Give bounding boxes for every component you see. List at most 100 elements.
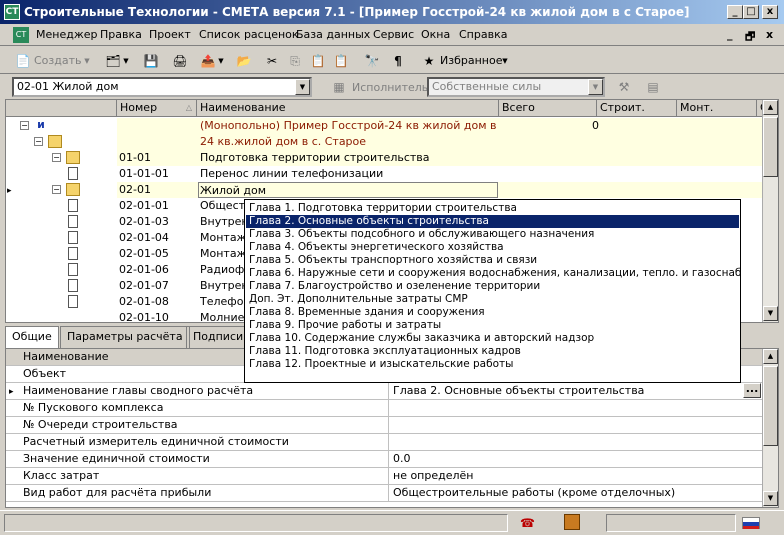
table-row[interactable]: 01-01 Подготовка территории строительств… [117,150,766,166]
grid-vertical-scrollbar[interactable]: ▲ ▼ [762,100,778,322]
prop-row[interactable]: № Очереди строительства [6,417,763,434]
find-icon[interactable]: 🔭 [362,51,382,71]
create-button[interactable]: Создать [34,54,82,67]
header-mount[interactable]: Монт. [677,100,757,117]
mdi-minimize-button[interactable]: _ [727,28,733,41]
prop-value[interactable]: 0.0 [391,451,761,467]
header-build[interactable]: Строит. [597,100,677,117]
dropdown-option[interactable]: Доп. Эт. Дополнительные затраты СМР [246,293,739,306]
print-icon[interactable]: 🖨 [170,51,190,71]
scroll-thumb[interactable] [763,117,778,177]
paste-icon[interactable]: 📋 [308,51,328,71]
header-name[interactable]: Наименование [197,100,499,117]
menu-windows[interactable]: Окна [421,28,450,41]
minimize-button[interactable]: _ [727,5,743,19]
menu-database[interactable]: База данных [296,28,370,41]
dropdown-option[interactable]: Глава 4. Объекты энергетического хозяйст… [246,241,739,254]
prop-value[interactable]: не определён [391,468,761,484]
dropdown-option[interactable]: Глава 6. Наружные сети и сооружения водо… [246,267,740,280]
dropdown-option[interactable]: Глава 7. Благоустройство и озеленение те… [246,280,739,293]
phone-icon[interactable]: ☎ [520,516,535,530]
prop-value[interactable] [391,400,761,416]
menu-help[interactable]: Справка [459,28,507,41]
collapse-icon[interactable]: − [52,185,61,194]
header-total[interactable]: Всего [499,100,597,117]
open-icon[interactable]: 🗂 [103,51,123,71]
dropdown-option[interactable]: Глава 3. Объекты подсобного и обслуживаю… [246,228,739,241]
chevron-down-icon[interactable]: ▼ [295,79,310,95]
table-row[interactable]: 24 кв.жилой дом в с. Старое [117,134,766,150]
save-icon[interactable]: 💾 [141,51,161,71]
chevron-down-icon[interactable]: ▼ [588,79,603,95]
prop-row[interactable]: Значение единичной стоимости 0.0 [6,451,763,468]
tool-icon[interactable]: ⚒ [614,77,634,97]
mdi-restore-button[interactable]: 🗗 [745,28,755,47]
executor-select[interactable]: Собственные силы ▼ [427,77,605,97]
tab-calc-params[interactable]: Параметры расчёта [60,326,190,348]
mdi-close-button[interactable]: x [766,28,773,41]
tab-signatures[interactable]: Подписи [186,326,251,348]
dropdown-option[interactable]: Глава 9. Прочие работы и затраты [246,319,739,332]
close-button[interactable]: x [762,5,778,19]
section-select[interactable]: 02-01 Жилой дом ▼ [12,77,312,97]
dropdown-option[interactable]: Глава 5. Объекты транспортного хозяйства… [246,254,739,267]
folder-up-icon[interactable]: 📂 [234,51,254,71]
props-vertical-scrollbar[interactable]: ▲ ▼ [762,349,778,507]
scroll-up-icon[interactable]: ▲ [763,349,778,364]
row-name-editor[interactable]: Жилой дом [198,182,498,198]
prop-row[interactable]: № Пускового комплекса [6,400,763,417]
menu-project[interactable]: Проект [149,28,191,41]
dropdown-option[interactable]: Глава 12. Проектные и изыскательские раб… [246,358,739,371]
dropdown-option[interactable]: Глава 10. Содержание службы заказчика и … [246,332,739,345]
scroll-thumb[interactable] [763,366,778,446]
dropdown-option[interactable]: Глава 1. Подготовка территории строитель… [246,202,739,215]
prop-row[interactable]: Класс затрат не определён [6,468,763,485]
menu-manager[interactable]: Менеджер [36,28,97,41]
export-icon[interactable]: 📤 [198,51,218,71]
copy-icon[interactable]: ⎘ [285,51,305,71]
chapter-dropdown-list[interactable]: Глава 1. Подготовка территории строитель… [244,199,741,383]
favorites-button[interactable]: Избранное [440,54,502,67]
cut-icon[interactable]: ✂ [262,51,282,71]
scroll-down-icon[interactable]: ▼ [763,491,778,506]
prop-row[interactable]: Вид работ для расчёта прибыли Общестроит… [6,485,763,502]
collapse-icon[interactable]: − [20,121,29,130]
russian-flag-icon[interactable] [742,517,760,529]
scroll-down-icon[interactable]: ▼ [763,306,778,321]
prop-value[interactable] [391,434,761,450]
tab-general[interactable]: Общие [5,326,59,349]
ellipsis-button[interactable]: ... [743,383,761,398]
dropdown-option[interactable]: Глава 8. Временные здания и сооружения [246,306,739,319]
favorites-icon[interactable]: ★ [419,51,439,71]
menu-price-list[interactable]: Список расценок [199,28,299,41]
create-icon[interactable]: 📄 [13,51,33,71]
create-dropdown-icon[interactable]: ▼ [82,51,92,71]
collapse-icon[interactable]: − [34,137,43,146]
maximize-button[interactable]: □ [743,5,759,19]
title-bar[interactable]: СТ Строительные Технологии - СМЕТА верси… [0,0,784,24]
open-dropdown-icon[interactable]: ▼ [121,51,131,71]
table-row[interactable]: 02-01 Жилой дом [117,182,766,198]
app-icon[interactable]: СТ [4,4,20,20]
calc-icon[interactable]: ▤ [643,77,663,97]
table-row[interactable]: 01-01-01 Перенос линии телефонизации [117,166,766,182]
dropdown-option-selected[interactable]: Глава 2. Основные объекты строительства [246,215,739,228]
collapse-icon[interactable]: − [52,153,61,162]
scroll-up-icon[interactable]: ▲ [763,100,778,115]
prop-row[interactable]: Наименование главы сводного расчёта Глав… [6,383,763,400]
table-row[interactable]: (Монопольно) Пример Госстрой-24 кв жилой… [117,118,766,134]
favorites-dropdown-icon[interactable]: ▼ [500,51,510,71]
prop-value[interactable] [391,417,761,433]
prop-value[interactable]: Общестроительные работы (кроме отделочны… [391,485,761,501]
package-icon[interactable] [564,514,580,530]
dropdown-option[interactable]: Глава 11. Подготовка эксплуатационных ка… [246,345,739,358]
menu-service[interactable]: Сервис [373,28,414,41]
prop-row[interactable]: Расчетный измеритель единичной стоимости [6,434,763,451]
header-number[interactable]: Номер △ [117,100,197,117]
menu-edit[interactable]: Правка [100,28,142,41]
prop-value[interactable]: Глава 2. Основные объекты строительства [391,383,741,399]
pilcrow-icon[interactable]: ¶ [388,51,408,71]
export-dropdown-icon[interactable]: ▼ [216,51,226,71]
doc-icon[interactable]: СТ [13,27,29,43]
paste-special-icon[interactable]: 📋 [331,51,351,71]
